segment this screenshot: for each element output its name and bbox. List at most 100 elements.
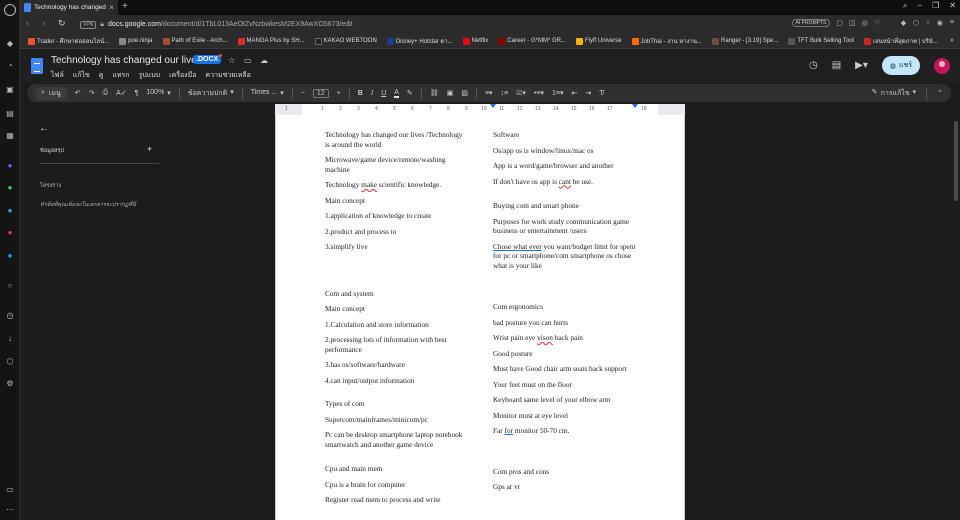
- search-tabs-icon[interactable]: ⌕: [903, 1, 907, 11]
- paragraph[interactable]: 2.product and process to: [325, 227, 465, 237]
- paragraph[interactable]: 1.application of knowledge to create: [325, 211, 465, 221]
- more-icon[interactable]: ⋯: [4, 504, 16, 516]
- paragraph[interactable]: Technology has changed our lives /Techno…: [325, 130, 465, 149]
- grammar-suggestion[interactable]: Chose what ever: [493, 242, 542, 251]
- home-icon[interactable]: ▣: [4, 84, 16, 96]
- twitch-icon[interactable]: ▤: [4, 108, 16, 120]
- paragraph[interactable]: Wrist pain eye vison back pain: [493, 333, 641, 343]
- paragraph[interactable]: Os/app os is window/linux/mac os: [493, 146, 641, 156]
- zoom-select[interactable]: 100% ▾: [146, 89, 170, 97]
- bookmark-item[interactable]: MANGA Plus by SH...: [237, 37, 305, 45]
- bookmark-item[interactable]: TFT Bulk Selling Tool: [788, 37, 854, 45]
- menu-search[interactable]: ⌕ เมนู: [35, 86, 67, 100]
- paragraph[interactable]: Pc can be desktop smartphone laptop note…: [325, 430, 465, 449]
- grammar-suggestion[interactable]: for: [505, 426, 514, 435]
- paragraph[interactable]: 3.has os/software/hardware: [325, 360, 465, 370]
- cloud-status-icon[interactable]: ☁: [260, 56, 268, 65]
- menu-insert[interactable]: แทรก: [112, 70, 129, 81]
- paragraph[interactable]: 4.can input/output information: [325, 376, 465, 386]
- camera-icon[interactable]: ◫: [849, 19, 856, 27]
- instagram-icon[interactable]: ●: [4, 227, 16, 239]
- undo-icon[interactable]: ↶: [75, 89, 81, 97]
- twitter-icon[interactable]: ●: [4, 250, 16, 262]
- paragraph[interactable]: Register read mem to process and write: [325, 495, 465, 505]
- gamepad-icon[interactable]: ◆: [4, 38, 16, 50]
- paragraph[interactable]: Com and system: [325, 289, 465, 299]
- paragraph[interactable]: Good posture: [493, 349, 641, 359]
- redo-icon[interactable]: ↷: [89, 89, 95, 97]
- page-content[interactable]: Technology has changed our lives /Techno…: [276, 115, 686, 520]
- checklist-icon[interactable]: ☑▾: [516, 89, 526, 97]
- left-column[interactable]: Technology has changed our lives /Techno…: [325, 130, 465, 511]
- menu-file[interactable]: ไฟล์: [51, 70, 64, 81]
- paragraph[interactable]: Types of com: [325, 399, 465, 409]
- paragraph[interactable]: Purposes for work study communication ga…: [493, 217, 641, 236]
- url-text[interactable]: docs.google.com/document/d/1TbL013AeOtZv…: [108, 21, 353, 28]
- store-icon[interactable]: ▦: [4, 130, 16, 142]
- text-color-icon[interactable]: A: [394, 89, 399, 98]
- bullet-list-icon[interactable]: •≡▾: [534, 89, 544, 97]
- back-arrow-icon[interactable]: ←: [39, 123, 49, 134]
- history-icon[interactable]: ◷: [4, 310, 16, 322]
- document-title[interactable]: Technology has changed our lives: [51, 55, 202, 66]
- screenshot-icon[interactable]: ▢: [836, 19, 843, 27]
- paragraph[interactable]: Cpu is a brain for computer: [325, 480, 465, 490]
- clear-formatting-icon[interactable]: T̸: [599, 90, 603, 97]
- italic-icon[interactable]: I: [371, 89, 373, 97]
- bookmarks-overflow-icon[interactable]: »: [950, 37, 954, 44]
- comments-icon[interactable]: ▤: [832, 60, 841, 71]
- paragraph[interactable]: Cpu and main mem: [325, 464, 465, 474]
- paragraph[interactable]: Chose what ever you want/budget limit fo…: [493, 242, 641, 271]
- pinboard-icon[interactable]: ▭: [4, 484, 16, 496]
- bookmark-item[interactable]: Ranger - [3.19] Spe...: [712, 37, 778, 45]
- document-page[interactable]: Technology has changed our lives /Techno…: [275, 115, 685, 520]
- print-icon[interactable]: ⎙: [102, 89, 108, 97]
- settings-icon[interactable]: ⚙: [4, 378, 16, 390]
- reload-icon[interactable]: ↻: [58, 18, 66, 29]
- editing-mode-select[interactable]: ✎ การแก้ไข ▾: [872, 88, 916, 99]
- version-history-icon[interactable]: ◷: [809, 60, 818, 71]
- telegram-icon[interactable]: ●: [4, 205, 16, 217]
- paragraph[interactable]: Supercom/mainframes/minicom/pc: [325, 415, 465, 425]
- snapshot-icon[interactable]: ◎: [862, 19, 868, 27]
- decrease-font-icon[interactable]: −: [301, 90, 305, 97]
- paragraph[interactable]: Microwave/game device/remote/washing mac…: [325, 155, 465, 174]
- docs-logo-icon[interactable]: [31, 58, 43, 74]
- vpn-badge[interactable]: VPN: [80, 20, 97, 29]
- back-icon[interactable]: ‹: [26, 18, 29, 28]
- link-icon[interactable]: ⛓: [430, 89, 439, 97]
- paint-format-icon[interactable]: ¶: [135, 90, 139, 97]
- menu-edit[interactable]: แก้ไข: [73, 70, 90, 81]
- bookmark-item[interactable]: Netflix: [462, 37, 488, 45]
- bookmark-item[interactable]: เล่นหน้าที่สุดภาพ | บริษั...: [863, 36, 938, 46]
- star-icon[interactable]: ☆: [228, 56, 235, 65]
- download-tray-icon[interactable]: ↓: [926, 19, 930, 27]
- bookmark-item[interactable]: poe.ninja: [119, 37, 153, 45]
- paragraph[interactable]: Main concept: [325, 304, 465, 314]
- paragraph[interactable]: Monitor must at eye level: [493, 411, 641, 421]
- line-spacing-icon[interactable]: ↕≡: [501, 90, 509, 97]
- bookmark-item[interactable]: Trader - ศึกษาต่อออนไลน์...: [28, 36, 109, 46]
- paragraph[interactable]: Must have Good chair arm seats back supp…: [493, 364, 641, 374]
- box-icon[interactable]: ⬡: [913, 19, 919, 27]
- close-tab-icon[interactable]: ×: [109, 3, 114, 12]
- collapse-menus-icon[interactable]: ⌃: [937, 89, 943, 97]
- spellcheck-icon[interactable]: A✓: [116, 89, 127, 97]
- paragraph[interactable]: 3.simplify live: [325, 242, 465, 252]
- active-tab[interactable]: Technology has changed o ×: [20, 0, 118, 15]
- extension-icon[interactable]: ◆: [901, 19, 906, 27]
- player-icon[interactable]: ○: [4, 280, 16, 292]
- menu-view[interactable]: ดู: [99, 70, 104, 81]
- share-button[interactable]: ◍ แชร์: [881, 56, 920, 75]
- scrollbar[interactable]: [954, 121, 958, 201]
- bold-icon[interactable]: B: [358, 90, 363, 97]
- align-icon[interactable]: ≡▾: [485, 89, 493, 97]
- bookmark-item[interactable]: KAKAO WEBTOON: [314, 37, 377, 45]
- decrease-indent-icon[interactable]: ⇤: [572, 89, 578, 97]
- whatsapp-icon[interactable]: ●: [4, 182, 16, 194]
- extensions-icon[interactable]: ⬡: [4, 356, 16, 368]
- spelling-error[interactable]: vison: [537, 333, 553, 342]
- menu-format[interactable]: รูปแบบ: [139, 70, 161, 81]
- docx-badge[interactable]: .DOCX: [193, 54, 223, 64]
- aria-icon[interactable]: ◔: [4, 60, 16, 72]
